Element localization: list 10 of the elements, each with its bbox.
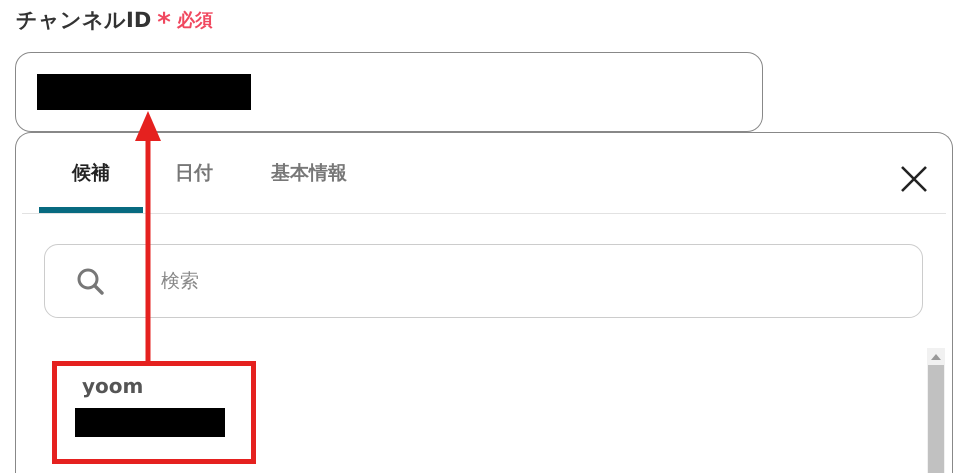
search-field[interactable]: 検索 [44,244,923,318]
list-item[interactable]: yoom [82,374,225,398]
tab[interactable]: 基本情報 [257,160,361,213]
channel-id-field[interactable] [15,52,763,132]
required-label: 必須 [176,9,213,32]
field-label: チャンネルID [16,7,152,34]
close-icon[interactable] [900,165,928,193]
scrollbar[interactable] [927,348,945,473]
tab[interactable]: 日付 [159,160,229,213]
required-mark: * [157,8,171,38]
